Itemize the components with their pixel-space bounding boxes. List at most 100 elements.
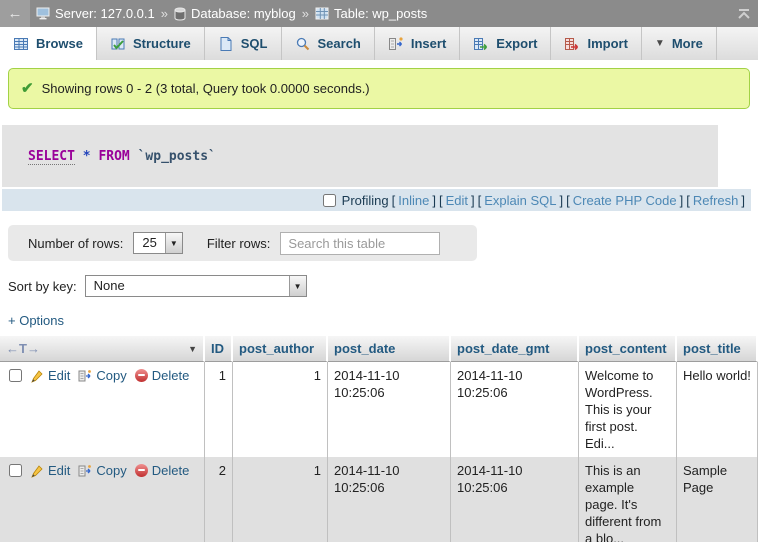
number-of-rows-value: 25 [134,233,164,253]
options-toggle-link[interactable]: + Options [8,313,64,328]
sql-icon [218,36,234,52]
select-arrow-icon: ▼ [289,276,306,296]
delete-icon [135,464,148,477]
sql-star: * [83,149,91,164]
cell-post-date-gmt[interactable]: 2014-11-10 10:25:06 [451,362,579,457]
cell-id[interactable]: 1 [205,362,233,457]
browse-icon [13,36,29,52]
column-header-post-title[interactable]: post_title [677,336,758,362]
sort-row: Sort by key: None ▼ [8,273,758,299]
column-header-post-author[interactable]: post_author [233,336,328,362]
cell-post-date[interactable]: 2014-11-10 10:25:06 [328,362,451,457]
edit-query-link[interactable]: Edit [446,193,468,208]
table-row: Edit Copy Delete 1 1 2014-11-10 10:25:06… [0,362,758,457]
edit-label: Edit [48,367,70,384]
back-arrow-button[interactable]: ← [0,0,30,27]
cell-post-content[interactable]: This is an example page. It's different … [579,457,677,542]
edit-row-link[interactable]: Edit [30,462,70,479]
options-dropdown-icon[interactable]: ▼ [188,344,197,354]
create-php-code-link[interactable]: Create PHP Code [573,193,677,208]
select-arrow-icon: ▼ [165,233,182,253]
refresh-link[interactable]: Refresh [693,193,739,208]
tab-structure-label: Structure [133,36,191,51]
breadcrumb-server[interactable]: Server: 127.0.0.1 [36,6,155,21]
tab-insert-label: Insert [411,36,446,51]
cell-post-author[interactable]: 1 [233,457,328,542]
column-move-icon[interactable]: ←T→ [6,341,40,356]
cell-post-content[interactable]: Welcome to WordPress. This is your first… [579,362,677,457]
tab-insert[interactable]: Insert [375,27,460,60]
breadcrumb-separator: » [302,6,309,21]
number-of-rows-select[interactable]: 25 ▼ [133,232,182,254]
column-actions-header[interactable]: ←T→ ▼ [0,336,205,362]
cell-id[interactable]: 2 [205,457,233,542]
profiling-label: Profiling [342,193,389,208]
column-header-post-content[interactable]: post_content [579,336,677,362]
cell-post-title[interactable]: Hello world! [677,362,758,457]
bracket: [ [439,193,443,208]
filter-rows-input[interactable] [280,232,440,255]
edit-row-link[interactable]: Edit [30,367,70,384]
tab-browse[interactable]: Browse [0,27,97,60]
export-icon [473,36,489,52]
column-header-post-date-gmt[interactable]: post_date_gmt [451,336,579,362]
number-of-rows-label: Number of rows: [28,236,123,251]
breadcrumb-database-label: Database: myblog [191,6,296,21]
bracket: ] [560,193,564,208]
tab-structure[interactable]: Structure [97,27,205,60]
delete-row-link[interactable]: Delete [135,367,190,384]
success-message: ✔ Showing rows 0 - 2 (3 total, Query too… [8,68,750,109]
cell-post-date[interactable]: 2014-11-10 10:25:06 [328,457,451,542]
sql-table-identifier: `wp_posts` [138,149,216,164]
copy-icon [78,464,92,478]
collapse-top-icon[interactable] [730,7,758,21]
row-checkbox[interactable] [9,464,22,477]
tab-sql[interactable]: SQL [205,27,282,60]
delete-row-link[interactable]: Delete [135,462,190,479]
filter-rows-label: Filter rows: [207,236,271,251]
database-icon [174,7,186,21]
table-header-row: ←T→ ▼ ID post_author post_date post_date… [0,336,758,362]
tab-import-label: Import [587,36,627,51]
breadcrumb-table[interactable]: Table: wp_posts [315,6,427,21]
tab-more-label: More [672,36,703,51]
cell-post-title[interactable]: Sample Page [677,457,758,542]
tab-import[interactable]: Import [551,27,641,60]
tab-bar: Browse Structure SQL Search Insert Expor… [0,27,758,60]
bracket: [ [478,193,482,208]
cell-post-date-gmt[interactable]: 2014-11-10 10:25:06 [451,457,579,542]
bracket: [ [566,193,570,208]
tab-sql-label: SQL [241,36,268,51]
table-icon [315,7,329,20]
structure-icon [110,36,126,52]
tab-export[interactable]: Export [460,27,551,60]
profiling-checkbox[interactable] [323,194,336,207]
breadcrumb-bar: ← Server: 127.0.0.1 » Database: myblog »… [0,0,758,27]
pencil-icon [30,369,44,383]
bracket: [ [392,193,396,208]
breadcrumb-server-label: Server: 127.0.0.1 [55,6,155,21]
cell-post-author[interactable]: 1 [233,362,328,457]
sort-by-key-value: None [86,276,133,296]
rows-filter-bar: Number of rows: 25 ▼ Filter rows: [8,225,477,261]
copy-row-link[interactable]: Copy [78,462,126,479]
row-checkbox[interactable] [9,369,22,382]
tab-more[interactable]: ▼ More [642,27,717,60]
query-options-row: Profiling [ Inline ] [ Edit ] [ Explain … [2,189,751,211]
breadcrumb-database[interactable]: Database: myblog [174,6,296,21]
results-table: ←T→ ▼ ID post_author post_date post_date… [0,336,758,542]
column-header-id[interactable]: ID [205,336,233,362]
sql-keyword-from: FROM [98,149,129,164]
copy-row-link[interactable]: Copy [78,367,126,384]
column-header-post-date[interactable]: post_date [328,336,451,362]
explain-sql-link[interactable]: Explain SQL [484,193,556,208]
sql-keyword-select[interactable]: SELECT [28,149,75,165]
inline-link[interactable]: Inline [398,193,429,208]
tab-search[interactable]: Search [282,27,375,60]
breadcrumb-table-label: Table: wp_posts [334,6,427,21]
sort-by-key-select[interactable]: None ▼ [85,275,307,297]
sql-query-box: SELECT * FROM `wp_posts` [2,125,718,187]
success-check-icon: ✔ [21,81,34,96]
import-icon [564,36,580,52]
tab-browse-label: Browse [36,36,83,51]
